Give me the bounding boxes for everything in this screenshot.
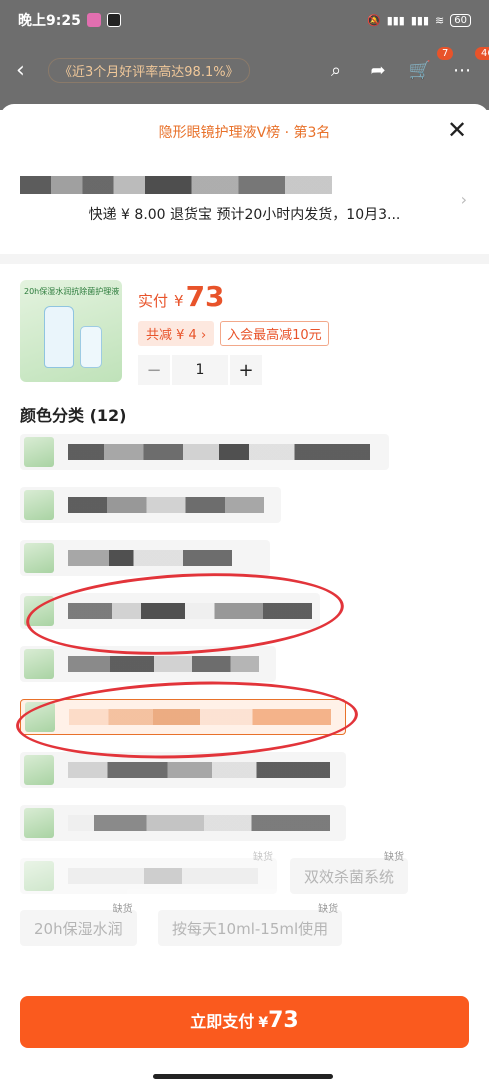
price-value: 73	[185, 280, 225, 313]
thumbnail-label: 20h保湿水润抗除菌护理液	[24, 287, 120, 296]
pay-now-button[interactable]: 立即支付 ¥ 73	[20, 996, 469, 1048]
top-nav: ‹ 《近3个月好评率高达98.1%》 ⌕ ➦ 🛒 ⋯ 7 46	[0, 47, 489, 92]
quantity-stepper: − 1 +	[138, 354, 329, 386]
option-thumbnail	[24, 596, 54, 626]
sku-option-7[interactable]	[20, 752, 346, 788]
quantity-value[interactable]: 1	[172, 355, 228, 385]
status-time: 晚上9:25	[18, 13, 81, 29]
sku-option-9-out-of-stock[interactable]: 缺货	[20, 852, 277, 894]
out-of-stock-label: 缺货	[318, 904, 339, 915]
price-label: 实付	[138, 292, 169, 310]
option-name-redacted	[68, 444, 370, 460]
sheet-header: 隐形眼镜护理液V榜 · 第3名 ✕	[0, 104, 489, 160]
color-section-title: 颜色分类 (12)	[20, 406, 127, 425]
bottle-image-small	[80, 326, 102, 368]
price-info: 实付 ¥ 73 共减 ¥ 4 › 入会最高减10元 − 1 +	[138, 280, 329, 396]
bottle-image	[44, 306, 74, 368]
cart-badge: 7	[437, 47, 454, 60]
sku-option-4[interactable]	[20, 593, 320, 629]
close-button[interactable]: ✕	[443, 116, 471, 144]
product-thumbnail[interactable]: 20h保湿水润抗除菌护理液	[20, 280, 122, 382]
app-notification-icon	[86, 13, 101, 27]
option-name-redacted	[68, 762, 330, 778]
option-label: 20h保湿水润	[34, 919, 123, 938]
pay-label: 立即支付	[190, 1012, 255, 1031]
option-name-redacted	[68, 603, 312, 619]
option-thumbnail	[24, 861, 54, 891]
discount-tag[interactable]: 共减 ¥ 4 ›	[138, 321, 215, 346]
sku-option-10-out-of-stock[interactable]: 双效杀菌系统 缺货	[290, 852, 409, 894]
sku-option-12-out-of-stock[interactable]: 按每天10ml-15ml使用 缺货	[158, 904, 343, 946]
app-notification-icon-2	[106, 13, 121, 27]
option-name-redacted	[68, 815, 330, 831]
pay-value: 73	[268, 1008, 299, 1033]
sku-option-8[interactable]	[20, 805, 346, 841]
message-badge: 46	[475, 47, 489, 60]
option-name-redacted	[68, 868, 258, 884]
sku-option-2[interactable]	[20, 487, 281, 523]
wifi-icon: ≋	[435, 13, 445, 27]
search-icon[interactable]: ⌕	[325, 59, 347, 81]
mute-icon: 🔕	[367, 13, 381, 27]
option-thumbnail	[24, 490, 54, 520]
chevron-right-icon: ›	[460, 190, 467, 209]
sku-option-5[interactable]	[20, 646, 276, 682]
pay-symbol: ¥	[258, 1015, 269, 1031]
share-icon[interactable]: ➦	[367, 59, 389, 81]
out-of-stock-label: 缺货	[112, 904, 133, 915]
option-name-redacted	[68, 550, 232, 566]
rating-banner: 《近3个月好评率高达98.1%》	[48, 57, 250, 83]
option-name-redacted	[69, 709, 331, 725]
option-label: 按每天10ml-15ml使用	[172, 919, 329, 938]
option-thumbnail	[25, 702, 55, 732]
out-of-stock-label: 缺货	[384, 852, 405, 863]
sku-selection-sheet: 隐形眼镜护理液V榜 · 第3名 ✕ › 快递 ¥ 8.00 退货宝 预计20小时…	[0, 104, 489, 1087]
cart-icon[interactable]: 🛒	[409, 59, 431, 81]
sku-option-3[interactable]	[20, 540, 270, 576]
option-name-redacted	[68, 497, 264, 513]
address-redacted	[20, 176, 332, 194]
discount-tags: 共减 ¥ 4 › 入会最高减10元	[138, 321, 329, 346]
divider	[0, 254, 489, 264]
option-thumbnail	[24, 755, 54, 785]
sku-option-6-selected[interactable]	[20, 699, 346, 735]
status-bar: 晚上9:25 🔕 ▮▮▮ ▮▮▮ ≋ 60	[0, 0, 489, 40]
battery-icon: 60	[450, 13, 471, 27]
sku-option-1[interactable]	[20, 434, 389, 470]
signal-icon-2: ▮▮▮	[410, 13, 430, 27]
more-icon[interactable]: ⋯	[451, 59, 473, 81]
shipping-info: 快递 ¥ 8.00 退货宝 预计20小时内发货，10月3...	[88, 207, 401, 223]
option-label: 双效杀菌系统	[304, 867, 395, 886]
rank-title[interactable]: 隐形眼镜护理液V榜 · 第3名	[159, 122, 331, 142]
product-summary: 20h保湿水润抗除菌护理液 实付 ¥ 73 共减 ¥ 4 › 入会最高减10元 …	[0, 264, 489, 396]
price-line: 实付 ¥ 73	[138, 280, 329, 313]
option-thumbnail	[24, 437, 54, 467]
member-discount-tag[interactable]: 入会最高减10元	[220, 321, 329, 346]
option-thumbnail	[24, 649, 54, 679]
signal-icon: ▮▮▮	[386, 13, 405, 27]
sku-option-11-out-of-stock[interactable]: 20h保湿水润 缺货	[20, 904, 137, 946]
option-name-redacted	[68, 656, 259, 672]
increase-button[interactable]: +	[230, 355, 262, 385]
back-button[interactable]: ‹	[16, 58, 44, 83]
decrease-button[interactable]: −	[138, 355, 170, 385]
option-thumbnail	[24, 808, 54, 838]
home-indicator[interactable]	[153, 1074, 333, 1079]
option-thumbnail	[24, 543, 54, 573]
address-shipping-row[interactable]: › 快递 ¥ 8.00 退货宝 预计20小时内发货，10月3...	[0, 176, 489, 242]
out-of-stock-label: 缺货	[253, 852, 273, 863]
price-symbol: ¥	[174, 292, 184, 310]
